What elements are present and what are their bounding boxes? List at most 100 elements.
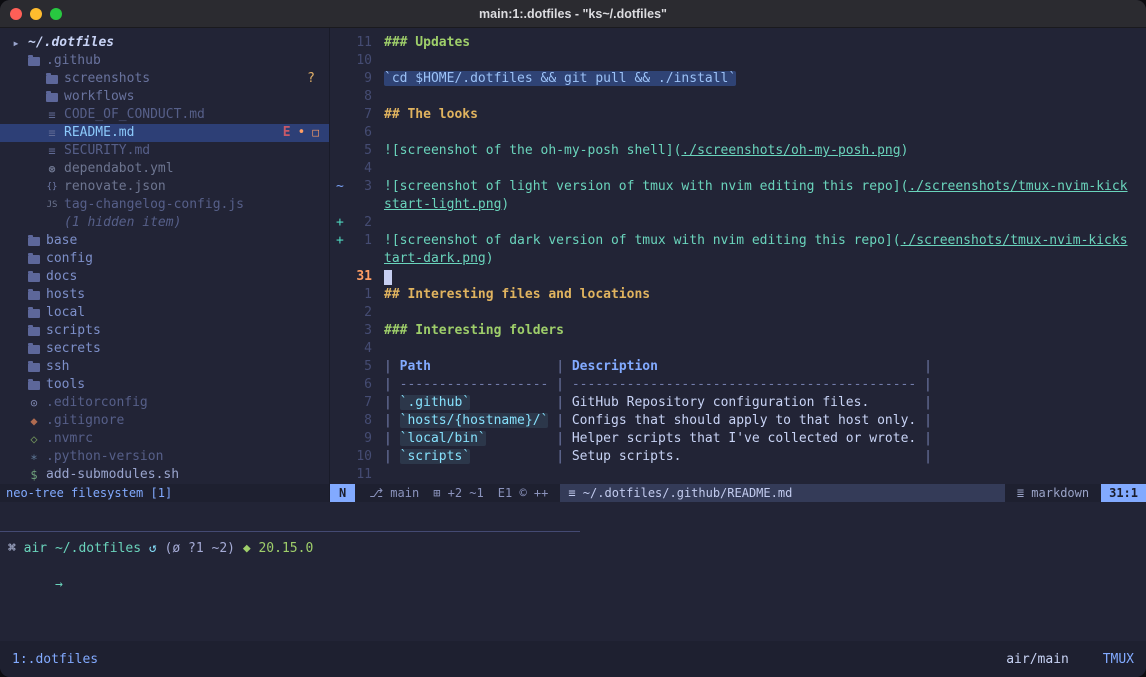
editor-line[interactable]: 11### Updates: [330, 34, 1146, 52]
text-segment: `.github`: [400, 395, 470, 410]
tree-item-gitignore[interactable]: ◆.gitignore: [0, 412, 329, 430]
sign-column: [330, 250, 346, 268]
editor-line[interactable]: 7| `.github` | GitHub Repository configu…: [330, 394, 1146, 412]
editor-line[interactable]: 4: [330, 160, 1146, 178]
editor-line[interactable]: 2: [330, 304, 1146, 322]
filepath: ≡ ~/.dotfiles/.github/README.md: [560, 484, 1005, 502]
tree-item-hosts[interactable]: hosts: [0, 286, 329, 304]
sign-column: [330, 88, 346, 106]
git-icon: ◆: [26, 412, 42, 430]
sign-column: [330, 286, 346, 304]
editor-line[interactable]: 6: [330, 124, 1146, 142]
editor-line[interactable]: 31: [330, 268, 1146, 286]
editor-line[interactable]: +1![screenshot of dark version of tmux w…: [330, 232, 1146, 250]
text-segment: GitHub Repository configuration files.: [572, 395, 869, 410]
js-icon: JS: [44, 196, 60, 214]
tree-item-config[interactable]: config: [0, 250, 329, 268]
text-segment: start-light.png: [384, 197, 501, 212]
sign-column: [330, 358, 346, 376]
tree-item-workflows[interactable]: workflows: [0, 88, 329, 106]
tree-item-editorconfig[interactable]: ⊙.editorconfig: [0, 394, 329, 412]
tree-item-label: screenshots: [64, 70, 150, 88]
editor-line[interactable]: start-light.png): [330, 196, 1146, 214]
editor-line[interactable]: 10: [330, 52, 1146, 70]
tree-item-base[interactable]: base: [0, 232, 329, 250]
tree-item-github[interactable]: .github: [0, 52, 329, 70]
text-segment: |: [384, 359, 400, 374]
line-number: 10: [346, 52, 372, 70]
text-segment: |: [556, 431, 572, 446]
tree-item-dependabot-yml[interactable]: ⊛dependabot.yml: [0, 160, 329, 178]
cmdline-area: [0, 502, 1146, 531]
editor-line[interactable]: 7## The looks: [330, 106, 1146, 124]
line-number: 31: [346, 268, 372, 286]
editor-line[interactable]: 9| `local/bin` | Helper scripts that I'v…: [330, 430, 1146, 448]
neo-tree-panel: ▸~/.dotfiles.githubscreenshots?workflows…: [0, 28, 330, 484]
tree-item-1-hidden-item[interactable]: (1 hidden item): [0, 214, 329, 232]
tree-item-label: secrets: [46, 340, 101, 358]
tree-item-label: base: [46, 232, 77, 250]
tree-item-secrets[interactable]: secrets: [0, 340, 329, 358]
statusline-row: neo-tree filesystem [1] N⎇ main⊞ +2 ~1E1…: [0, 484, 1146, 502]
sign-column: [330, 106, 346, 124]
line-number: [346, 250, 372, 268]
tree-item-local[interactable]: local: [0, 304, 329, 322]
tree-item-python-version[interactable]: ∗.python-version: [0, 448, 329, 466]
editor-line[interactable]: 8| `hosts/{hostname}/` | Configs that sh…: [330, 412, 1146, 430]
editor-line[interactable]: 11: [330, 466, 1146, 484]
shell-pane[interactable]: ⌘ air ~/.dotfiles ↺ (ø ?1 ~2) ◆ 20.15.0 …: [0, 532, 1146, 641]
editor-line[interactable]: 3### Interesting folders: [330, 322, 1146, 340]
editor-line[interactable]: 5![screenshot of the oh-my-posh shell](.…: [330, 142, 1146, 160]
tree-item-docs[interactable]: docs: [0, 268, 329, 286]
tree-item-label: SECURITY.md: [64, 142, 150, 160]
text-segment: ### Interesting folders: [384, 323, 564, 338]
tree-item-security-md[interactable]: ≡SECURITY.md: [0, 142, 329, 160]
editor-line[interactable]: 4: [330, 340, 1146, 358]
text-segment: Path: [400, 359, 431, 374]
line-number: 11: [346, 34, 372, 52]
folder-icon: [26, 255, 42, 264]
text-segment: tart-dark.png: [384, 251, 486, 266]
editor-line[interactable]: 6| ------------------- | ---------------…: [330, 376, 1146, 394]
tree-item-dotfiles[interactable]: ▸~/.dotfiles: [0, 34, 329, 52]
python-icon: ∗: [26, 448, 42, 466]
minimize-button[interactable]: [30, 8, 42, 20]
text-segment: |: [924, 359, 932, 374]
tree-item-ssh[interactable]: ssh: [0, 358, 329, 376]
editor-line[interactable]: 10| `scripts` | Setup scripts. |: [330, 448, 1146, 466]
editor-panel[interactable]: 11### Updates 10 9`cd $HOME/.dotfiles &&…: [330, 28, 1146, 484]
tree-item-nvmrc[interactable]: ◇.nvmrc: [0, 430, 329, 448]
tree-item-tools[interactable]: tools: [0, 376, 329, 394]
tree-item-scripts[interactable]: scripts: [0, 322, 329, 340]
text-segment: ./screenshots/tmux-nvim-kicks: [901, 233, 1128, 248]
line-text: | Path | Description |: [384, 358, 932, 376]
line-text: ## Interesting files and locations: [384, 286, 650, 304]
sign-column: [330, 376, 346, 394]
editor-line[interactable]: 5| Path | Description |: [330, 358, 1146, 376]
close-button[interactable]: [10, 8, 22, 20]
tmux-window-item[interactable]: 1:.dotfiles: [12, 652, 98, 667]
filetype: ≣ markdown: [1017, 484, 1089, 502]
sign-column: [330, 304, 346, 322]
text-segment: |: [384, 413, 400, 428]
tree-item-label: config: [46, 250, 93, 268]
tree-item-renovate-json[interactable]: {}renovate.json: [0, 178, 329, 196]
editor-line[interactable]: 8: [330, 88, 1146, 106]
tmux-label: TMUX: [1103, 652, 1134, 667]
tree-item-screenshots[interactable]: screenshots?: [0, 70, 329, 88]
titlebar: main:1:.dotfiles - "ks~/.dotfiles": [0, 0, 1146, 28]
tree-item-readme-md[interactable]: ≡README.mdE•□: [0, 124, 329, 142]
sign-column: [330, 394, 346, 412]
line-text: tart-dark.png): [384, 250, 494, 268]
editor-line[interactable]: 9`cd $HOME/.dotfiles && git pull && ./in…: [330, 70, 1146, 88]
editor-line[interactable]: 1## Interesting files and locations: [330, 286, 1146, 304]
editor-line[interactable]: +2: [330, 214, 1146, 232]
editor-line[interactable]: tart-dark.png): [330, 250, 1146, 268]
tree-item-tag-changelog-config-js[interactable]: JStag-changelog-config.js: [0, 196, 329, 214]
folder-icon: [26, 237, 42, 246]
editor-line[interactable]: ~3![screenshot of light version of tmux …: [330, 178, 1146, 196]
zoom-button[interactable]: [50, 8, 62, 20]
tree-item-add-submodules-sh[interactable]: $add-submodules.sh: [0, 466, 329, 484]
tree-item-code-of-conduct-md[interactable]: ≡CODE_OF_CONDUCT.md: [0, 106, 329, 124]
sign-column: [330, 430, 346, 448]
